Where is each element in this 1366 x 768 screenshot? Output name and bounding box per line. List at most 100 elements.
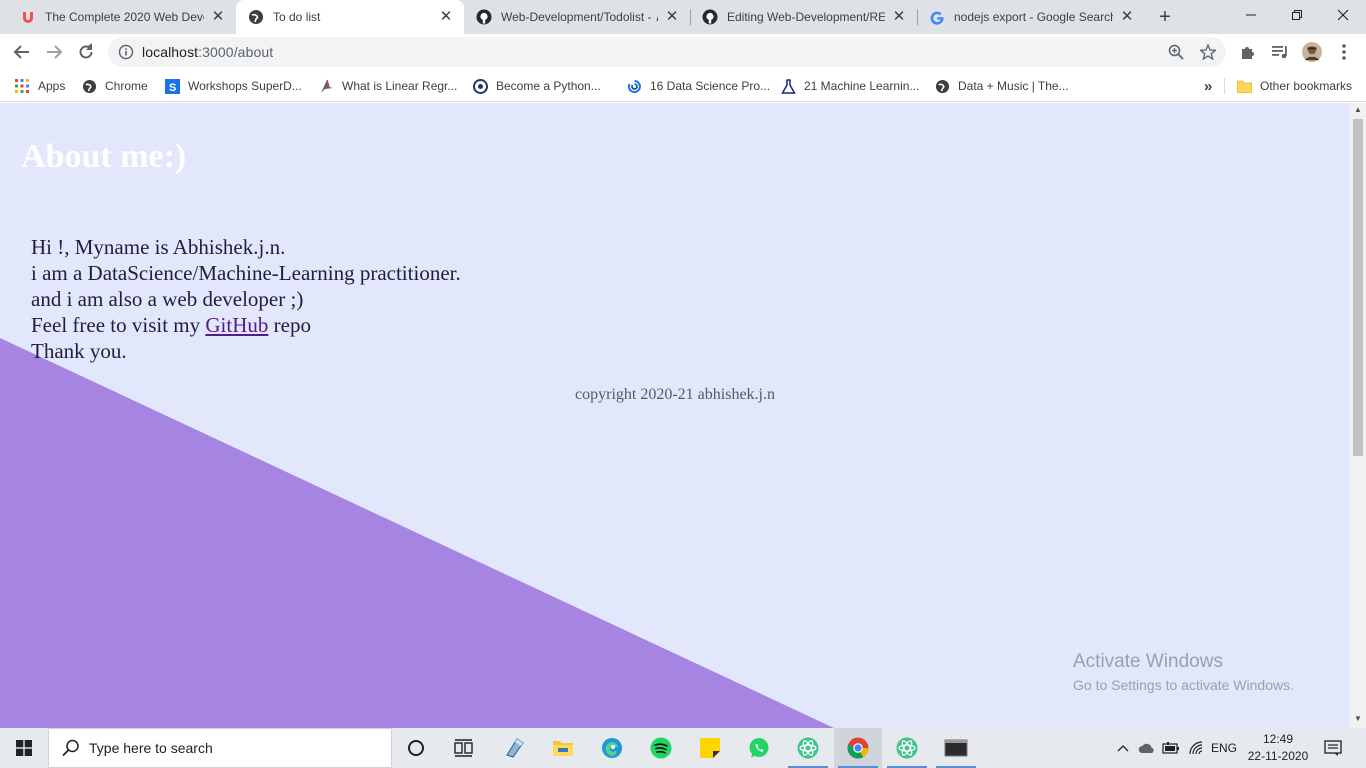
show-hidden-icons[interactable] [1114,728,1132,768]
bookmark-label: 16 Data Science Pro... [650,79,771,93]
taskbar-search[interactable]: Type here to search [48,728,392,768]
notifications-icon[interactable] [1318,728,1348,768]
task-view-icon[interactable] [440,728,488,768]
tab-github-editing[interactable]: Editing Web-Development/REA ✕ [690,0,917,34]
bookmark-label: Chrome [105,79,148,93]
bookmark-divider [1224,78,1225,94]
scroll-up-icon[interactable]: ▲ [1350,103,1366,117]
url-host: localhost [142,44,199,60]
battery-icon[interactable] [1160,728,1182,768]
tab-title: To do list [273,10,321,24]
tab-strip: The Complete 2020 Web Deve ✕ To do list … [0,0,1366,34]
reload-icon [79,43,93,59]
globe-icon [934,78,950,94]
tab-udemy[interactable]: The Complete 2020 Web Deve ✕ [8,0,236,34]
close-window-icon[interactable] [1320,0,1366,30]
svg-text:S: S [169,82,176,94]
media-control-icon[interactable] [1270,42,1290,62]
extensions-icon[interactable] [1238,42,1258,62]
github-icon [702,9,718,25]
bookmark-other[interactable]: Other bookmarks [1236,76,1352,96]
system-clock[interactable]: 12:49 22-11-2020 [1246,731,1310,765]
search-placeholder: Type here to search [89,740,213,756]
tab-title: nodejs export - Google Search [954,10,1113,24]
github-link[interactable]: GitHub [205,313,268,337]
atom-icon-2[interactable] [883,728,931,768]
bookmark-linear-regression[interactable]: What is Linear Regr... [318,76,457,96]
bookmark-label: Workshops SuperD... [188,79,302,93]
close-icon[interactable]: ✕ [664,9,680,25]
tab-google-search[interactable]: nodejs export - Google Search ✕ [917,0,1145,34]
address-bar[interactable]: localhost:3000/about [108,37,1226,67]
windows-taskbar: Type here to search ENG 12:49 22-11-2020 [0,728,1366,768]
visit-suffix: repo [273,313,311,337]
watermark-title: Activate Windows [1073,651,1223,672]
bookmark-label: 21 Machine Learnin... [804,79,920,93]
edge-icon[interactable] [588,728,636,768]
bookmark-data-music[interactable]: Data + Music | The... [934,76,1069,96]
menu-dots-icon[interactable] [1334,42,1354,62]
start-button[interactable] [0,728,48,768]
info-icon[interactable] [118,44,134,60]
thanks-line: Thank you. [31,339,127,363]
avatar[interactable] [1302,42,1322,62]
windows-logo-icon [16,740,32,756]
zoom-icon[interactable] [1168,44,1184,60]
dzone-icon [472,78,488,94]
activate-windows-watermark: Activate Windows Go to Settings to activ… [1073,651,1294,693]
spotify-icon[interactable] [637,728,685,768]
bookmark-become-python[interactable]: Become a Python... [472,76,601,96]
new-tab-button[interactable]: + [1153,5,1177,29]
bookmark-label: Data + Music | The... [958,79,1069,93]
url-text: localhost:3000/about [142,44,273,60]
sticky-notes-icon[interactable] [686,728,734,768]
bookmark-label: Other bookmarks [1260,79,1353,93]
bookmark-apps[interactable]: Apps [14,76,65,96]
atom-icon[interactable] [784,728,832,768]
tab-title: The Complete 2020 Web Deve [45,10,204,24]
wifi-icon[interactable] [1184,728,1208,768]
minimize-icon[interactable] [1228,0,1274,30]
visit-prefix: Feel free to visit my [31,313,201,337]
star-icon[interactable] [1200,44,1216,60]
back-button[interactable] [8,38,36,66]
bookmark-label: What is Linear Regr... [342,79,458,93]
globe-icon [81,78,97,94]
scroll-thumb[interactable] [1353,119,1363,456]
notepad-icon[interactable] [490,728,538,768]
scroll-down-icon[interactable]: ▼ [1350,712,1366,726]
page-title: About me:) [21,138,187,175]
tab-github-todolist[interactable]: Web-Development/Todolist - ∧ ✕ [464,0,690,34]
globe-icon [248,9,264,25]
bookmark-chrome[interactable]: Chrome [81,76,148,96]
bookmark-workshops[interactable]: S Workshops SuperD... [164,76,302,96]
page-scrollbar[interactable]: ▲ ▼ [1350,103,1366,728]
google-icon [929,9,945,25]
close-icon[interactable]: ✕ [1119,9,1135,25]
udemy-icon [20,9,36,25]
cortana-icon[interactable] [392,728,440,768]
bookmark-label: Become a Python... [496,79,601,93]
folder-icon [1236,78,1252,94]
github-icon [476,9,492,25]
close-icon[interactable]: ✕ [210,9,226,25]
whatsapp-icon[interactable] [735,728,783,768]
visit-line: Feel free to visit my GitHub repo [31,312,461,338]
close-icon[interactable]: ✕ [438,9,454,25]
onedrive-icon[interactable] [1136,728,1158,768]
chrome-icon[interactable] [834,728,882,768]
intro-line: Hi !, Myname is Abhishek.j.n. [31,235,286,259]
bookmark-data-science-projects[interactable]: 16 Data Science Pro... [626,76,770,96]
language-indicator[interactable]: ENG [1208,728,1240,768]
forward-button[interactable] [40,38,68,66]
close-icon[interactable]: ✕ [891,9,907,25]
bookmark-machine-learning[interactable]: 21 Machine Learnin... [780,76,919,96]
restore-icon[interactable] [1274,0,1320,30]
reload-button[interactable] [72,38,100,66]
terminal-icon[interactable] [932,728,980,768]
file-explorer-icon[interactable] [539,728,587,768]
bookmarks-overflow-button[interactable]: » [1204,76,1212,96]
search-icon [62,739,79,757]
tab-todo-list[interactable]: To do list ✕ [236,0,464,34]
swirl-icon [626,78,642,94]
